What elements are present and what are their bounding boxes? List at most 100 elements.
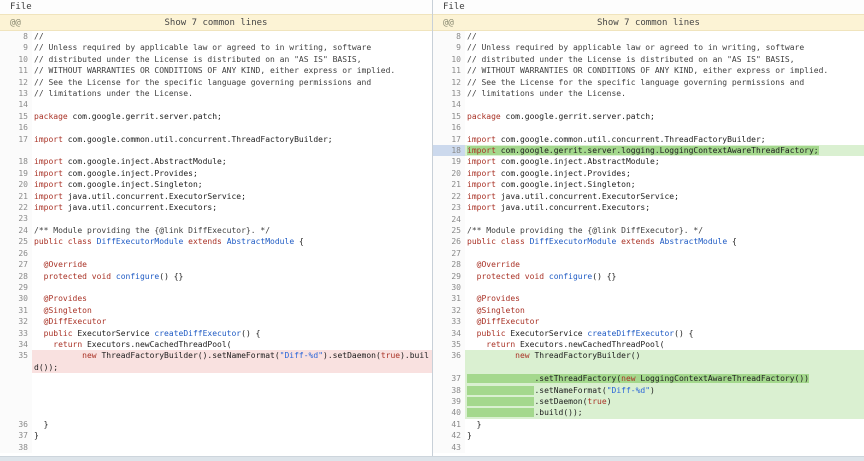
line-number[interactable]: 16: [0, 122, 32, 133]
line-number[interactable]: 21: [433, 179, 465, 190]
line-number[interactable]: 22: [0, 202, 32, 213]
line-number[interactable]: 13: [0, 88, 32, 99]
diff-row: 22import java.util.concurrent.ExecutorSe…: [433, 191, 864, 202]
file-menu-button[interactable]: File: [433, 0, 864, 14]
code-line: // WITHOUT WARRANTIES OR CONDITIONS OF A…: [465, 65, 864, 76]
line-number[interactable]: 41: [433, 419, 465, 430]
line-number[interactable]: 9: [0, 42, 32, 53]
code-line: [465, 214, 864, 225]
line-number[interactable]: 38: [0, 442, 32, 453]
scrollbar-track: [0, 456, 864, 461]
diff-row: 23: [0, 213, 432, 224]
diff-row: 21import java.util.concurrent.ExecutorSe…: [0, 191, 432, 202]
line-number[interactable]: [0, 373, 32, 384]
diff-row: 18import com.google.gerrit.server.loggin…: [433, 145, 864, 156]
line-number[interactable]: 10: [0, 54, 32, 65]
diff-row: 32 @DiffExecutor: [0, 316, 432, 327]
expand-common-lines-button[interactable]: @@ Show 7 common lines: [0, 14, 432, 31]
line-number[interactable]: 39: [433, 396, 465, 407]
line-number[interactable]: [0, 407, 32, 418]
code-line: [32, 122, 432, 133]
line-number[interactable]: 13: [433, 88, 465, 99]
line-number[interactable]: 23: [433, 202, 465, 213]
line-number[interactable]: 20: [0, 179, 32, 190]
line-number[interactable]: 42: [433, 430, 465, 441]
line-number[interactable]: 33: [433, 316, 465, 327]
line-number[interactable]: 35: [433, 339, 465, 350]
line-number[interactable]: 14: [0, 99, 32, 110]
line-number[interactable]: 31: [0, 305, 32, 316]
line-number[interactable]: 32: [0, 316, 32, 327]
line-number[interactable]: 11: [0, 65, 32, 76]
line-number[interactable]: 26: [0, 248, 32, 259]
diff-pane-new: File @@ Show 7 common lines 8//9// Unles…: [432, 0, 864, 461]
line-number[interactable]: 27: [433, 248, 465, 259]
line-number[interactable]: 22: [433, 191, 465, 202]
line-number[interactable]: [0, 385, 32, 396]
line-number[interactable]: 8: [0, 31, 32, 42]
line-number[interactable]: [433, 362, 465, 373]
code-line: [465, 442, 864, 453]
diff-row: 31 @Provides: [433, 293, 864, 304]
line-number[interactable]: 31: [433, 293, 465, 304]
line-number[interactable]: 21: [0, 191, 32, 202]
diff-row: 36 }: [0, 419, 432, 430]
line-number[interactable]: 40: [433, 407, 465, 418]
line-number[interactable]: 15: [433, 111, 465, 122]
code-line: .setNameFormat("Diff-%d"): [465, 385, 864, 396]
code-line: @Provides: [32, 293, 432, 304]
line-number[interactable]: 28: [0, 271, 32, 282]
line-number[interactable]: 36: [0, 419, 32, 430]
expand-common-lines-button[interactable]: @@ Show 7 common lines: [433, 14, 864, 31]
line-number[interactable]: 26: [433, 236, 465, 247]
code-line: // Unless required by applicable law or …: [465, 42, 864, 53]
line-number[interactable]: 34: [0, 339, 32, 350]
line-number[interactable]: 37: [433, 373, 465, 384]
line-number[interactable]: 17: [433, 134, 465, 145]
line-number[interactable]: 19: [0, 168, 32, 179]
line-number[interactable]: 17: [0, 134, 32, 145]
line-number[interactable]: 24: [0, 225, 32, 236]
line-number[interactable]: 34: [433, 328, 465, 339]
code-line: [465, 282, 864, 293]
line-number[interactable]: 30: [0, 293, 32, 304]
file-menu-button[interactable]: File: [0, 0, 432, 14]
line-number[interactable]: 25: [433, 225, 465, 236]
diff-row: 13// limitations under the License.: [0, 88, 432, 99]
line-number[interactable]: 27: [0, 259, 32, 270]
line-number[interactable]: 33: [0, 328, 32, 339]
line-number[interactable]: 9: [433, 42, 465, 53]
line-number[interactable]: 36: [433, 350, 465, 361]
line-number[interactable]: 12: [0, 77, 32, 88]
diff-row: 37 .setThreadFactory(new LoggingContextA…: [433, 373, 864, 384]
line-number[interactable]: 29: [433, 271, 465, 282]
diff-row: 12// See the License for the specific la…: [433, 77, 864, 88]
line-number[interactable]: 19: [433, 156, 465, 167]
line-number[interactable]: [0, 396, 32, 407]
line-number[interactable]: 32: [433, 305, 465, 316]
line-number[interactable]: [0, 145, 32, 156]
line-number[interactable]: 14: [433, 99, 465, 110]
line-number[interactable]: 35: [0, 350, 32, 373]
diff-row: [0, 396, 432, 407]
line-number[interactable]: 29: [0, 282, 32, 293]
line-number[interactable]: 18: [433, 145, 465, 156]
line-number[interactable]: 43: [433, 442, 465, 453]
line-number[interactable]: 12: [433, 77, 465, 88]
line-number[interactable]: 10: [433, 54, 465, 65]
line-number[interactable]: 20: [433, 168, 465, 179]
line-number[interactable]: 24: [433, 214, 465, 225]
line-number[interactable]: 38: [433, 385, 465, 396]
line-number[interactable]: 15: [0, 111, 32, 122]
diff-row: 33 @DiffExecutor: [433, 316, 864, 327]
line-number[interactable]: 28: [433, 259, 465, 270]
line-number[interactable]: 23: [0, 213, 32, 224]
line-number[interactable]: 18: [0, 156, 32, 167]
line-number[interactable]: 16: [433, 122, 465, 133]
line-number[interactable]: 30: [433, 282, 465, 293]
line-number[interactable]: 11: [433, 65, 465, 76]
code-line: [32, 282, 432, 293]
line-number[interactable]: 37: [0, 430, 32, 441]
line-number[interactable]: 8: [433, 31, 465, 42]
line-number[interactable]: 25: [0, 236, 32, 247]
